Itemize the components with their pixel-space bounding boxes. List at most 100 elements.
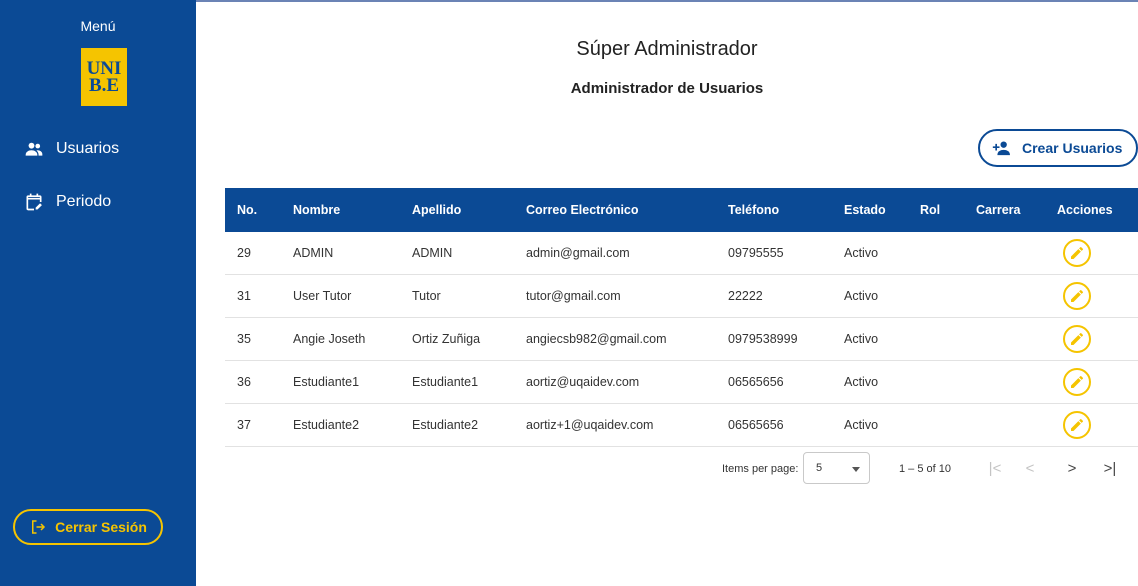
col-header-carrera: Carrera bbox=[964, 188, 1045, 232]
sidebar-item-label: Usuarios bbox=[56, 140, 120, 157]
edit-button[interactable] bbox=[1063, 411, 1091, 439]
cell-carrera bbox=[964, 360, 1045, 404]
cell-no: 31 bbox=[225, 274, 281, 318]
page-range-label: 1 – 5 of 10 bbox=[899, 463, 951, 475]
cell-telefono: 06565656 bbox=[716, 360, 832, 404]
calendar-edit-icon bbox=[26, 193, 42, 211]
cell-rol bbox=[908, 403, 964, 447]
previous-page-button[interactable]: < bbox=[1019, 457, 1041, 479]
cell-no: 36 bbox=[225, 360, 281, 404]
col-header-rol: Rol bbox=[908, 188, 964, 232]
menu-title: Menú bbox=[80, 18, 116, 34]
cell-rol bbox=[908, 317, 964, 361]
sidebar-item-periodo[interactable]: Periodo bbox=[24, 192, 111, 212]
create-users-button[interactable]: Crear Usuarios bbox=[978, 129, 1138, 167]
logout-label: Cerrar Sesión bbox=[55, 519, 147, 535]
cell-nombre: Estudiante1 bbox=[281, 360, 400, 404]
logo-line-2: B.E bbox=[88, 75, 120, 96]
cell-estado: Activo bbox=[832, 317, 908, 361]
users-table: No. Nombre Apellido Correo Electrónico T… bbox=[225, 188, 1138, 447]
unibe-logo: UNI B.E bbox=[81, 48, 127, 106]
cell-apellido: ADMIN bbox=[400, 232, 514, 275]
cell-telefono: 0979538999 bbox=[716, 317, 832, 361]
add-user-icon bbox=[992, 141, 1010, 156]
page-subtitle: Administrador de Usuarios bbox=[570, 80, 764, 97]
cell-no: 37 bbox=[225, 403, 281, 447]
col-header-apellido: Apellido bbox=[400, 188, 514, 232]
sidebar-item-usuarios[interactable]: Usuarios bbox=[24, 139, 119, 159]
edit-button[interactable] bbox=[1063, 282, 1091, 310]
cell-carrera bbox=[964, 232, 1045, 275]
cell-nombre: ADMIN bbox=[281, 232, 400, 275]
cell-estado: Activo bbox=[832, 403, 908, 447]
users-icon bbox=[25, 142, 43, 156]
cell-no: 29 bbox=[225, 232, 281, 275]
cell-correo: tutor@gmail.com bbox=[514, 274, 716, 318]
sidebar: Menú UNI B.E Usuarios Periodo Cerrar Ses… bbox=[0, 0, 196, 586]
cell-apellido: Estudiante1 bbox=[400, 360, 514, 404]
cell-telefono: 06565656 bbox=[716, 403, 832, 447]
cell-correo: aortiz@uqaidev.com bbox=[514, 360, 716, 404]
first-page-button[interactable]: |< bbox=[984, 457, 1006, 479]
cell-carrera bbox=[964, 317, 1045, 361]
col-header-correo: Correo Electrónico bbox=[514, 188, 716, 232]
cell-apellido: Estudiante2 bbox=[400, 403, 514, 447]
cell-telefono: 22222 bbox=[716, 274, 832, 318]
col-header-acciones: Acciones bbox=[1045, 188, 1138, 232]
page-size-select[interactable]: 5 bbox=[803, 452, 870, 484]
table-row: 31 User Tutor Tutor tutor@gmail.com 2222… bbox=[225, 274, 1138, 318]
logout-icon bbox=[32, 520, 46, 534]
cell-carrera bbox=[964, 274, 1045, 318]
cell-no: 35 bbox=[225, 317, 281, 361]
col-header-no: No. bbox=[225, 188, 281, 232]
cell-nombre: Estudiante2 bbox=[281, 403, 400, 447]
dropdown-arrow-icon bbox=[852, 467, 860, 472]
cell-correo: aortiz+1@uqaidev.com bbox=[514, 403, 716, 447]
cell-telefono: 09795555 bbox=[716, 232, 832, 275]
sidebar-item-label: Periodo bbox=[56, 193, 112, 210]
edit-button[interactable] bbox=[1063, 325, 1091, 353]
table-row: 37 Estudiante2 Estudiante2 aortiz+1@uqai… bbox=[225, 403, 1138, 447]
pencil-icon bbox=[1071, 246, 1084, 259]
table-header-row: No. Nombre Apellido Correo Electrónico T… bbox=[225, 188, 1138, 232]
cell-nombre: User Tutor bbox=[281, 274, 400, 318]
cell-rol bbox=[908, 360, 964, 404]
page-size-value: 5 bbox=[816, 462, 823, 474]
cell-apellido: Ortiz Zuñiga bbox=[400, 317, 514, 361]
pencil-icon bbox=[1071, 332, 1084, 345]
logout-button[interactable]: Cerrar Sesión bbox=[13, 509, 163, 545]
cell-estado: Activo bbox=[832, 232, 908, 275]
cell-rol bbox=[908, 274, 964, 318]
pencil-icon bbox=[1071, 289, 1084, 302]
last-page-button[interactable]: >| bbox=[1099, 457, 1121, 479]
top-border bbox=[196, 0, 1138, 2]
pencil-icon bbox=[1071, 375, 1084, 388]
cell-acciones bbox=[1045, 403, 1138, 447]
cell-correo: angiecsb982@gmail.com bbox=[514, 317, 716, 361]
cell-correo: admin@gmail.com bbox=[514, 232, 716, 275]
cell-acciones bbox=[1045, 317, 1138, 361]
cell-apellido: Tutor bbox=[400, 274, 514, 318]
pencil-icon bbox=[1071, 418, 1084, 431]
paginator: Items per page: 5 1 – 5 of 10 |< < > >| bbox=[700, 452, 1138, 486]
cell-estado: Activo bbox=[832, 360, 908, 404]
cell-acciones bbox=[1045, 274, 1138, 318]
cell-estado: Activo bbox=[832, 274, 908, 318]
cell-nombre: Angie Joseth bbox=[281, 317, 400, 361]
col-header-estado: Estado bbox=[832, 188, 908, 232]
cell-rol bbox=[908, 232, 964, 275]
cell-carrera bbox=[964, 403, 1045, 447]
cell-acciones bbox=[1045, 232, 1138, 275]
table-row: 36 Estudiante1 Estudiante1 aortiz@uqaide… bbox=[225, 360, 1138, 404]
cell-acciones bbox=[1045, 360, 1138, 404]
edit-button[interactable] bbox=[1063, 368, 1091, 396]
col-header-nombre: Nombre bbox=[281, 188, 400, 232]
table-row: 29 ADMIN ADMIN admin@gmail.com 09795555 … bbox=[225, 232, 1138, 275]
page-title: Súper Administrador bbox=[576, 38, 758, 60]
items-per-page-label: Items per page: bbox=[722, 463, 799, 475]
create-users-label: Crear Usuarios bbox=[1022, 140, 1123, 156]
next-page-button[interactable]: > bbox=[1061, 457, 1083, 479]
edit-button[interactable] bbox=[1063, 239, 1091, 267]
table-row: 35 Angie Joseth Ortiz Zuñiga angiecsb982… bbox=[225, 317, 1138, 361]
col-header-telefono: Teléfono bbox=[716, 188, 832, 232]
